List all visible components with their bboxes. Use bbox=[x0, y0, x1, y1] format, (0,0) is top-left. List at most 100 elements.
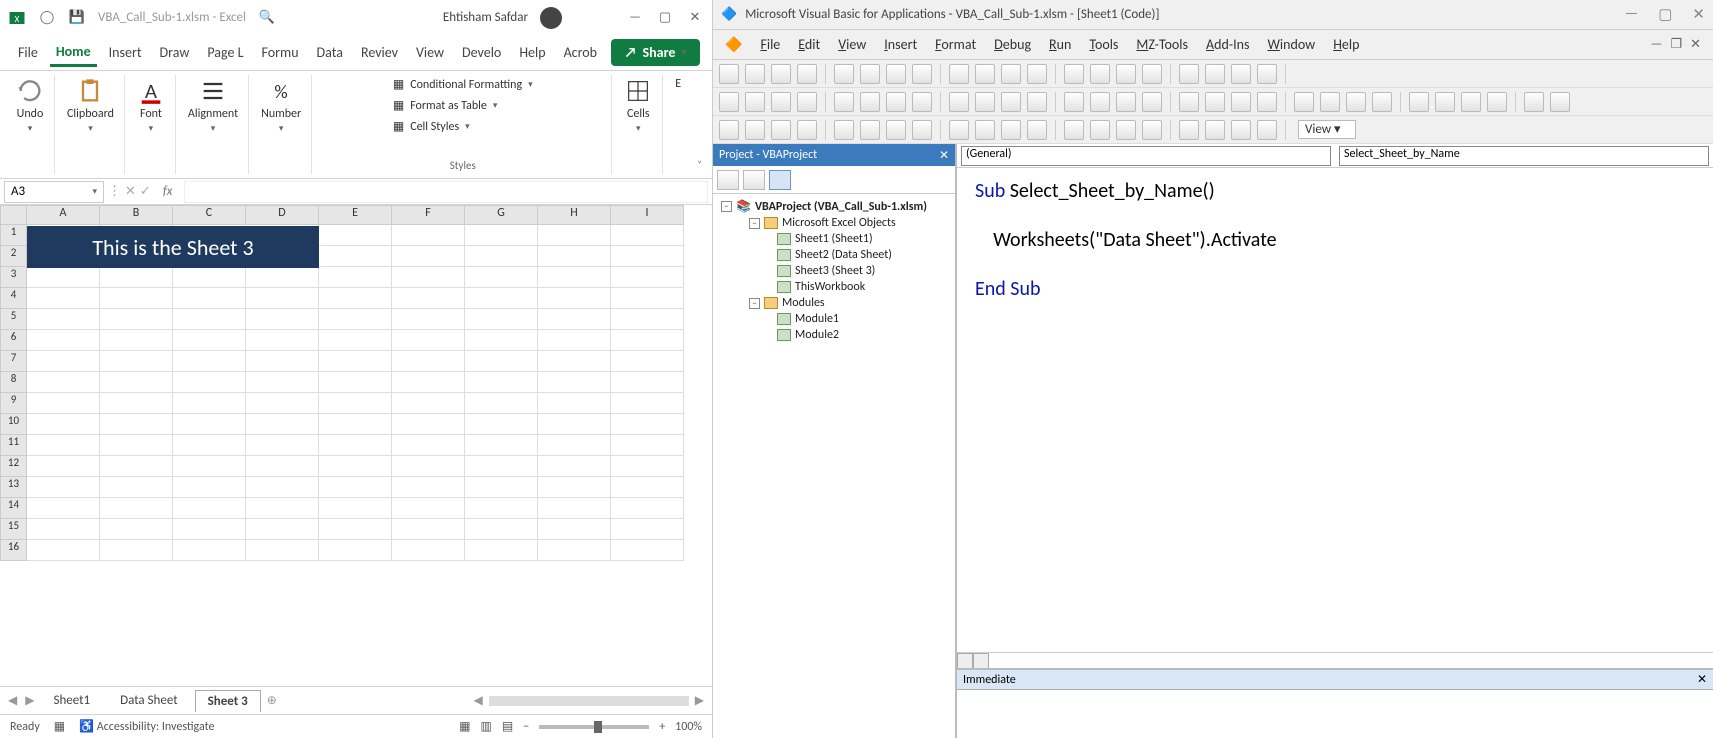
cell[interactable] bbox=[392, 309, 465, 330]
cell[interactable] bbox=[392, 393, 465, 414]
cell[interactable] bbox=[319, 393, 392, 414]
cell[interactable] bbox=[392, 540, 465, 561]
editing-button[interactable]: E bbox=[675, 77, 681, 91]
banner-cell[interactable]: This is the Sheet 3 bbox=[27, 226, 319, 268]
tree-sheet2[interactable]: Sheet2 (Data Sheet) bbox=[715, 247, 953, 263]
cell[interactable] bbox=[100, 372, 173, 393]
toolbar-button[interactable] bbox=[834, 120, 854, 140]
cell[interactable] bbox=[246, 540, 319, 561]
toolbar-button[interactable] bbox=[886, 92, 906, 112]
toolbar-button[interactable] bbox=[1116, 120, 1136, 140]
cell[interactable] bbox=[27, 330, 100, 351]
tab-data[interactable]: Data bbox=[311, 40, 349, 65]
font-button[interactable]: A Font ▾ bbox=[137, 77, 165, 134]
cell[interactable] bbox=[173, 288, 246, 309]
zoom-slider[interactable] bbox=[539, 725, 649, 729]
toolbar-button[interactable] bbox=[1294, 92, 1314, 112]
cell[interactable] bbox=[465, 309, 538, 330]
cell[interactable] bbox=[319, 351, 392, 372]
col-hdr-h[interactable]: H bbox=[538, 205, 611, 225]
fx-icon[interactable]: fx bbox=[155, 184, 181, 199]
toolbar-button[interactable] bbox=[1142, 120, 1162, 140]
cell[interactable] bbox=[319, 246, 392, 267]
conditional-formatting-button[interactable]: ▦Conditional Formatting▾ bbox=[393, 77, 533, 92]
cell[interactable] bbox=[392, 288, 465, 309]
grid-area[interactable]: A B C D E F G H I 1234567891011121314151… bbox=[0, 205, 712, 686]
mdi-minimize-icon[interactable]: — bbox=[1651, 37, 1663, 52]
menu-format[interactable]: Format bbox=[935, 36, 976, 53]
cell[interactable] bbox=[319, 498, 392, 519]
cell[interactable] bbox=[173, 330, 246, 351]
cell[interactable] bbox=[538, 519, 611, 540]
format-as-table-button[interactable]: ▦Format as Table▾ bbox=[393, 98, 533, 113]
toolbar-button[interactable] bbox=[1409, 92, 1429, 112]
col-hdr-f[interactable]: F bbox=[392, 205, 465, 225]
cell[interactable] bbox=[100, 498, 173, 519]
cell[interactable] bbox=[538, 246, 611, 267]
toolbar-button[interactable] bbox=[797, 120, 817, 140]
sheet-tab-data-sheet[interactable]: Data Sheet bbox=[107, 689, 191, 712]
row-hdr[interactable]: 4 bbox=[0, 288, 27, 309]
cell[interactable] bbox=[319, 372, 392, 393]
cell[interactable] bbox=[246, 351, 319, 372]
h-scrollbar[interactable] bbox=[489, 696, 689, 706]
toolbar-button[interactable] bbox=[1027, 92, 1047, 112]
toolbar-button[interactable] bbox=[1090, 120, 1110, 140]
maximize-icon[interactable]: ▢ bbox=[1658, 5, 1672, 24]
toolbar-button[interactable] bbox=[834, 92, 854, 112]
toolbar-button[interactable] bbox=[1179, 120, 1199, 140]
page-break-icon[interactable]: ▤ bbox=[502, 719, 513, 734]
toolbar-button[interactable] bbox=[1142, 64, 1162, 84]
cell[interactable] bbox=[392, 246, 465, 267]
cell[interactable] bbox=[27, 393, 100, 414]
cell[interactable] bbox=[538, 351, 611, 372]
cell[interactable] bbox=[100, 330, 173, 351]
cell[interactable] bbox=[27, 498, 100, 519]
procedure-combo[interactable]: Select_Sheet_by_Name bbox=[1339, 146, 1709, 166]
cell[interactable] bbox=[173, 498, 246, 519]
autosave-toggle-icon[interactable]: ◯ bbox=[38, 9, 56, 27]
cell[interactable] bbox=[538, 309, 611, 330]
cell[interactable] bbox=[319, 288, 392, 309]
menu-insert[interactable]: Insert bbox=[884, 36, 917, 53]
cell[interactable] bbox=[538, 330, 611, 351]
scroll-left-icon[interactable]: ◀ bbox=[472, 693, 485, 708]
minimize-icon[interactable]: — bbox=[1625, 5, 1639, 24]
tab-help[interactable]: Help bbox=[513, 40, 551, 65]
cell[interactable] bbox=[173, 414, 246, 435]
macro-icon[interactable]: ▦ bbox=[54, 719, 65, 734]
cell[interactable] bbox=[465, 330, 538, 351]
toolbar-button[interactable] bbox=[1257, 64, 1277, 84]
cell[interactable] bbox=[611, 288, 684, 309]
cell[interactable] bbox=[27, 477, 100, 498]
cell[interactable] bbox=[246, 414, 319, 435]
save-icon[interactable]: 💾 bbox=[68, 9, 86, 27]
cell[interactable] bbox=[611, 414, 684, 435]
toolbar-button[interactable] bbox=[834, 64, 854, 84]
toolbar-button[interactable] bbox=[719, 64, 739, 84]
cell[interactable] bbox=[173, 435, 246, 456]
toolbar-button[interactable] bbox=[1027, 120, 1047, 140]
sheet-tab-sheet3[interactable]: Sheet 3 bbox=[195, 690, 261, 712]
code-editor[interactable]: Sub Select_Sheet_by_Name() Worksheets("D… bbox=[957, 168, 1713, 652]
tree-sheet1[interactable]: Sheet1 (Sheet1) bbox=[715, 231, 953, 247]
tab-file[interactable]: File bbox=[12, 40, 44, 65]
cell[interactable] bbox=[465, 372, 538, 393]
view-selector[interactable]: View ▾ bbox=[1298, 120, 1356, 139]
cell[interactable] bbox=[465, 519, 538, 540]
collapse-ribbon-icon[interactable]: ˅ bbox=[693, 155, 706, 174]
name-box[interactable]: A3▾ bbox=[4, 181, 104, 203]
view-code-button[interactable] bbox=[717, 170, 739, 190]
sheet-tab-sheet1[interactable]: Sheet1 bbox=[40, 689, 103, 712]
toolbar-button[interactable] bbox=[1257, 92, 1277, 112]
menu-addins[interactable]: Add-Ins bbox=[1206, 36, 1249, 53]
cell[interactable] bbox=[319, 267, 392, 288]
number-button[interactable]: % Number ▾ bbox=[261, 77, 301, 134]
toolbar-button[interactable] bbox=[1179, 92, 1199, 112]
cell[interactable] bbox=[27, 309, 100, 330]
cell[interactable] bbox=[319, 435, 392, 456]
toolbar-button[interactable] bbox=[1231, 92, 1251, 112]
cell[interactable] bbox=[611, 351, 684, 372]
cell[interactable] bbox=[611, 393, 684, 414]
cell[interactable] bbox=[27, 435, 100, 456]
